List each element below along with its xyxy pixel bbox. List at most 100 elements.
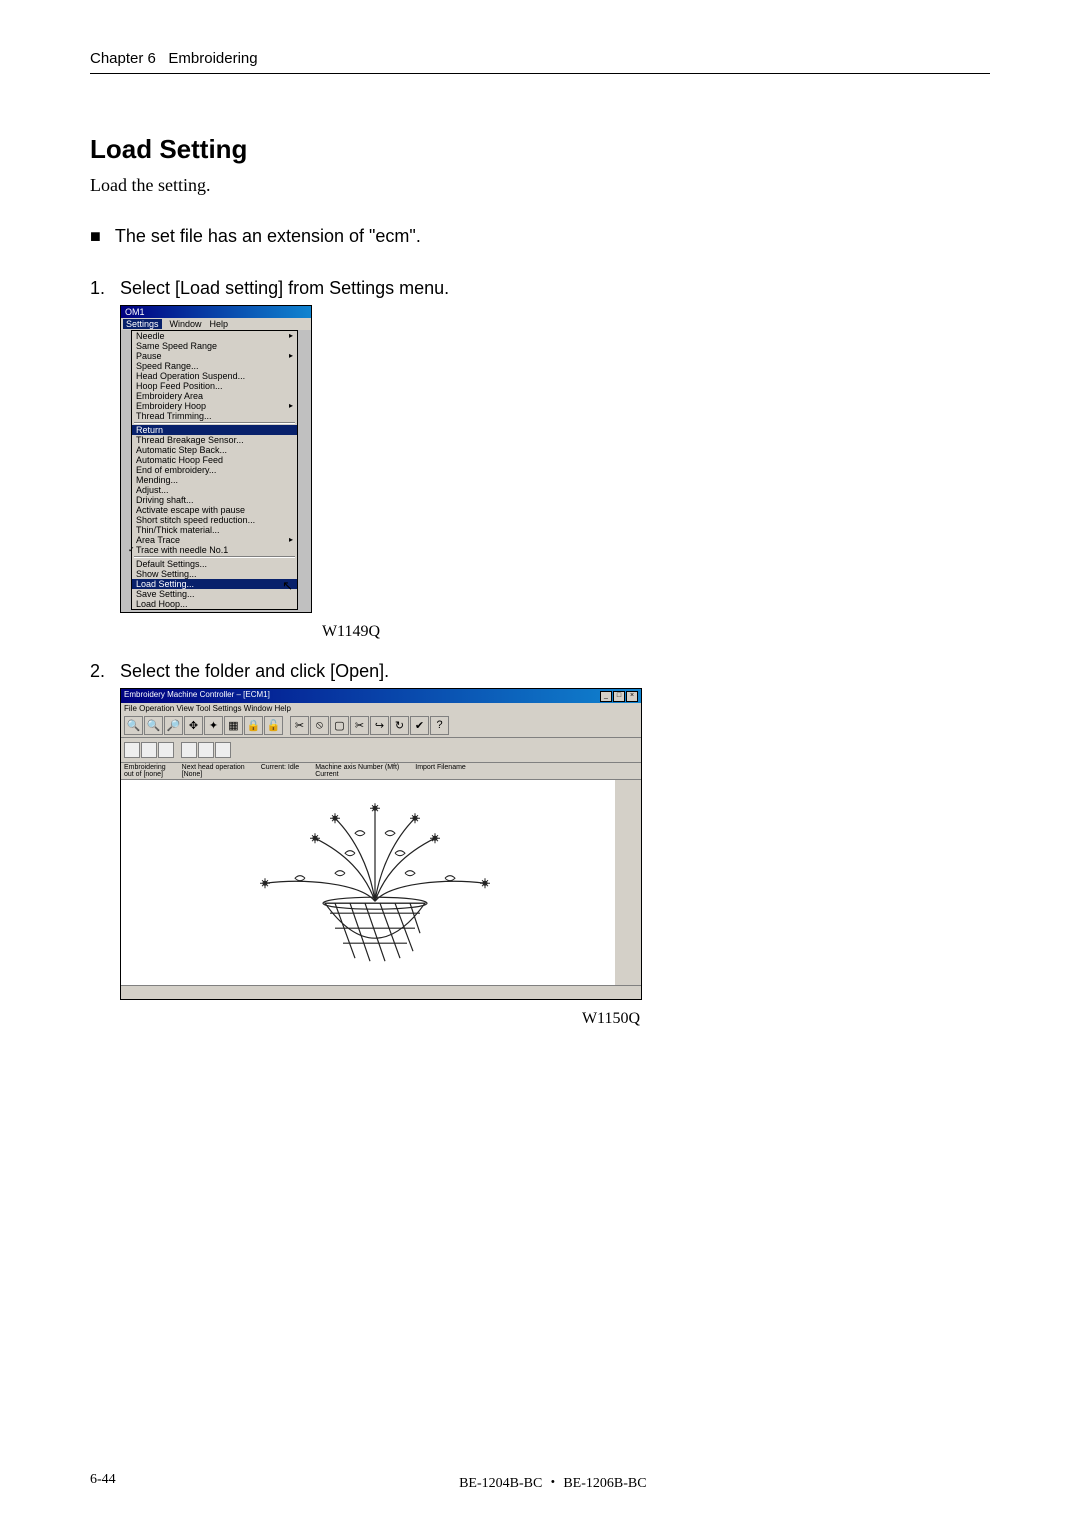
- menu-item[interactable]: Save Setting...: [132, 589, 297, 599]
- section-heading: Load Setting: [90, 134, 990, 165]
- menu-item[interactable]: Hoop Feed Position...: [132, 381, 297, 391]
- menu-item[interactable]: Default Settings...: [132, 559, 297, 569]
- menu-item[interactable]: Speed Range...: [132, 361, 297, 371]
- fig2-infobar: Embroideringout of [none] Next head oper…: [121, 763, 641, 780]
- menu-item[interactable]: Trace with needle No.1: [132, 545, 297, 555]
- status1: Normal operational: [124, 999, 183, 1000]
- menu-item[interactable]: Thin/Thick material...: [132, 525, 297, 535]
- menu-item[interactable]: Show Setting...: [132, 569, 297, 579]
- menu-item[interactable]: Head Operation Suspend...: [132, 371, 297, 381]
- fig2-menubar[interactable]: File Operation View Tool Settings Window…: [121, 703, 641, 714]
- unlock-icon[interactable]: 🔓: [264, 716, 283, 735]
- menu-item-return[interactable]: Return: [132, 425, 297, 435]
- fig1-menubar: Settings Window Help: [121, 318, 311, 330]
- menu-settings[interactable]: Settings: [123, 319, 162, 329]
- info-b-value: [None]: [182, 771, 203, 778]
- menu-item[interactable]: Same Speed Range: [132, 341, 297, 351]
- next-icon[interactable]: ↪: [370, 716, 389, 735]
- zoom-in-icon[interactable]: 🔍: [124, 716, 143, 735]
- refresh-icon[interactable]: ↻: [390, 716, 409, 735]
- page-footer: 6-44 BE-1204B-BC ・ BE-1206B-BC: [0, 1472, 1080, 1492]
- fig2-statusbar: Normal operational Size : New_pattern PC: [121, 998, 641, 1000]
- figure-menu-screenshot: OM1 Settings Window Help NeedleSame Spee…: [120, 305, 312, 613]
- menu-item[interactable]: Automatic Hoop Feed: [132, 455, 297, 465]
- chapter-label: Chapter 6: [90, 50, 156, 67]
- zoom-out-icon[interactable]: 🔍: [144, 716, 163, 735]
- frame-icon[interactable]: ▢: [330, 716, 349, 735]
- menu-item[interactable]: Load Setting...: [132, 579, 297, 589]
- move-icon[interactable]: ✥: [184, 716, 203, 735]
- horizontal-scrollbar[interactable]: [121, 985, 641, 998]
- page-header: Chapter 6 Embroidering: [90, 50, 990, 74]
- fig2-title-text: Embroidery Machine Controller – [ECM1]: [124, 690, 270, 702]
- tool-e-icon[interactable]: [198, 742, 214, 758]
- bullet-text: The set file has an extension of "ecm".: [115, 226, 421, 247]
- embroidery-graphic: [195, 783, 555, 973]
- menu-item[interactable]: Pause: [132, 351, 297, 361]
- menu-item[interactable]: Thread Breakage Sensor...: [132, 435, 297, 445]
- step-1: 1. Select [Load setting] from Settings m…: [90, 278, 990, 299]
- page-number: 6-44: [90, 1472, 116, 1492]
- maximize-button[interactable]: □: [613, 691, 625, 702]
- menu-item[interactable]: Automatic Step Back...: [132, 445, 297, 455]
- step-2-text: Select the folder and click [Open].: [120, 661, 389, 682]
- menu-item[interactable]: Load Hoop...: [132, 599, 297, 609]
- menu-item[interactable]: Activate escape with pause: [132, 505, 297, 515]
- lock-icon[interactable]: 🔒: [244, 716, 263, 735]
- grid-icon[interactable]: ▦: [224, 716, 243, 735]
- check-icon[interactable]: ✔: [410, 716, 429, 735]
- step-1-number: 1.: [90, 278, 120, 299]
- settings-dropdown: NeedleSame Speed RangePauseSpeed Range..…: [131, 330, 298, 610]
- menu-item[interactable]: Adjust...: [132, 485, 297, 495]
- menu-window[interactable]: Window: [170, 319, 202, 329]
- info-c-label: Machine axis Number (Mft): [315, 764, 399, 771]
- tool-b-icon[interactable]: [141, 742, 157, 758]
- info-a-value: out of [none]: [124, 771, 163, 778]
- menu-item[interactable]: End of embroidery...: [132, 465, 297, 475]
- step-2: 2. Select the folder and click [Open].: [90, 661, 990, 682]
- cursor-icon: ↖: [282, 578, 293, 594]
- info-b-label: Next head operation: [182, 764, 245, 771]
- figure1-caption: W1149Q: [120, 623, 380, 641]
- fig2-toolbar: 🔍 🔍 🔎 ✥ ✦ ▦ 🔒 🔓 ✂ ⦸ ▢ ✂ ↪ ↻ ✔ ?: [121, 714, 641, 738]
- stop-icon[interactable]: ⦸: [310, 716, 329, 735]
- step-2-number: 2.: [90, 661, 120, 682]
- info-d-value: Current: [315, 771, 338, 778]
- info-a-label: Embroidering: [124, 764, 166, 771]
- menu-item[interactable]: Mending...: [132, 475, 297, 485]
- tool-a-icon[interactable]: [124, 742, 140, 758]
- figure2-caption: W1150Q: [120, 1010, 640, 1028]
- note-bullet: ■ The set file has an extension of "ecm"…: [90, 226, 990, 248]
- figure-app-screenshot: Embroidery Machine Controller – [ECM1] _…: [120, 688, 642, 1000]
- info-c-value: Current: Idle: [261, 764, 300, 771]
- bullet-square-icon: ■: [90, 226, 101, 248]
- menu-item[interactable]: Driving shaft...: [132, 495, 297, 505]
- menu-item[interactable]: Area Trace: [132, 535, 297, 545]
- chapter-title: Embroidering: [168, 50, 257, 67]
- step-1-text: Select [Load setting] from Settings menu…: [120, 278, 449, 299]
- close-button[interactable]: ×: [626, 691, 638, 702]
- help-icon[interactable]: ?: [430, 716, 449, 735]
- vertical-scrollbar[interactable]: [615, 780, 628, 985]
- fig1-window-title: OM1: [121, 306, 311, 318]
- tool-c-icon[interactable]: [158, 742, 174, 758]
- model-number: BE-1204B-BC ・ BE-1206B-BC: [459, 1472, 646, 1492]
- zoom-area-icon[interactable]: 🔎: [164, 716, 183, 735]
- menu-item[interactable]: Short stitch speed reduction...: [132, 515, 297, 525]
- center-icon[interactable]: ✦: [204, 716, 223, 735]
- fig2-canvas: [121, 780, 641, 985]
- menu-item[interactable]: Needle: [132, 331, 297, 341]
- minimize-button[interactable]: _: [600, 691, 612, 702]
- menu-item[interactable]: Thread Trimming...: [132, 411, 297, 421]
- menu-item[interactable]: Embroidery Area: [132, 391, 297, 401]
- cut-icon[interactable]: ✂: [290, 716, 309, 735]
- info-d-label: Import Filename: [415, 764, 466, 778]
- tool-f-icon[interactable]: [215, 742, 231, 758]
- fig2-toolbar2: [121, 738, 641, 763]
- menu-item[interactable]: Embroidery Hoop: [132, 401, 297, 411]
- tool-d-icon[interactable]: [181, 742, 197, 758]
- section-intro: Load the setting.: [90, 175, 990, 196]
- menu-help[interactable]: Help: [210, 319, 229, 329]
- trim-icon[interactable]: ✂: [350, 716, 369, 735]
- fig2-titlebar: Embroidery Machine Controller – [ECM1] _…: [121, 689, 641, 703]
